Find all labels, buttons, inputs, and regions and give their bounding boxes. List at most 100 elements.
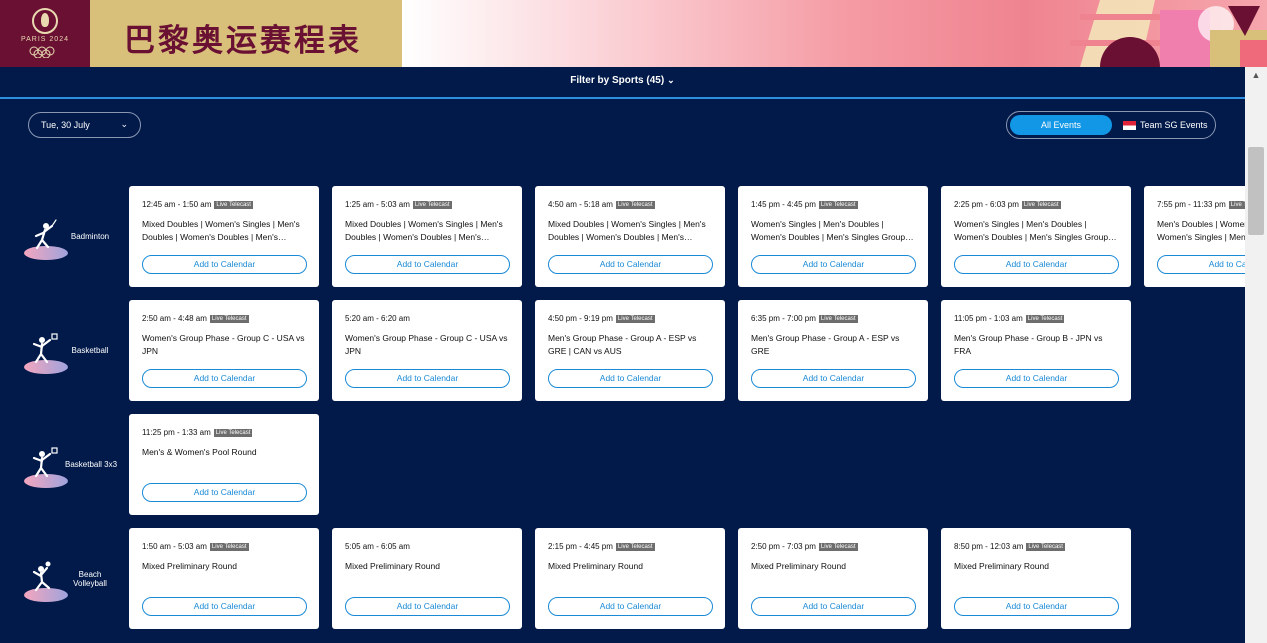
event-time: 5:05 am - 6:05 am (345, 542, 410, 551)
event-card: 7:55 pm - 11:33 pmLive Telecast Men's Do… (1144, 186, 1245, 287)
flame-icon (32, 8, 58, 34)
date-dropdown[interactable]: Tue, 30 July ⌄ (28, 112, 141, 138)
basketball-icon (32, 333, 58, 364)
event-time: 4:50 pm - 9:19 pm Live Telecast (548, 314, 655, 323)
team-sg-events-button[interactable]: Team SG Events (1123, 115, 1208, 135)
sport-label-beach-volleyball: Beach Volleyball (0, 554, 120, 614)
add-to-calendar-button[interactable]: Add to Calendar (751, 255, 916, 274)
event-time: 7:55 pm - 11:33 pmLive Telecast (1157, 200, 1245, 209)
event-time: 2:50 pm - 7:03 pm Live Telecast (751, 542, 858, 551)
event-description: Mixed Doubles | Women's Singles | Men's … (548, 219, 706, 242)
add-to-calendar-button[interactable]: Add to Calendar (548, 369, 713, 388)
scroll-thumb[interactable] (1248, 147, 1264, 235)
sport-name: Beach Volleyball (73, 570, 107, 588)
event-time: 1:50 am - 5:03 am Live Telecast (142, 542, 249, 551)
add-to-calendar-button[interactable]: Add to Calendar (142, 597, 307, 616)
event-description: Women's Group Phase - Group C - USA vs J… (142, 333, 305, 356)
paris-2024-logo[interactable]: PARIS 2024 (0, 0, 90, 67)
event-description: Mixed Preliminary Round (548, 561, 643, 571)
live-telecast-badge: Live Telecast (1026, 543, 1065, 551)
time-text: 5:20 am - 6:20 am (345, 314, 410, 323)
add-to-calendar-button[interactable]: Add to Calendar (954, 255, 1119, 274)
event-card: 12:45 am - 1:50 am Live Telecast Mixed Do… (129, 186, 319, 287)
event-card: 1:45 pm - 4:45 pm Live Telecast Women's S… (738, 186, 928, 287)
add-to-calendar-button[interactable]: Add to Calendar (345, 255, 510, 274)
event-time: 2:50 am - 4:48 am Live Telecast (142, 314, 249, 323)
olympic-rings-icon (29, 46, 55, 58)
event-time: 1:45 pm - 4:45 pm Live Telecast (751, 200, 858, 209)
event-card: 4:50 pm - 9:19 pm Live Telecast Men's Gro… (535, 300, 725, 401)
sport-label-badminton: Badminton (0, 212, 120, 272)
title-panel: 巴黎奥运赛程表 (90, 0, 402, 67)
event-time: 12:45 am - 1:50 am Live Telecast (142, 200, 253, 209)
time-text: 4:50 am - 5:18 am (548, 200, 613, 209)
event-time: 11:25 pm - 1:33 am Live Telecast (142, 428, 253, 437)
event-time: 5:20 am - 6:20 am (345, 314, 410, 323)
event-description: Mixed Preliminary Round (751, 561, 846, 571)
filter-label: Filter by Sports (45) (570, 75, 665, 86)
time-text: 1:25 am - 5:03 am (345, 200, 410, 209)
sport-label-basketball: Basketball (0, 326, 120, 386)
add-to-calendar-button[interactable]: Add to Calendar (345, 369, 510, 388)
time-text: 2:50 am - 4:48 am (142, 314, 207, 323)
event-scope-toggle: All Events Team SG Events (1006, 111, 1216, 139)
event-time: 8:50 pm - 12:03 am Live Telecast (954, 542, 1065, 551)
event-card: 2:25 pm - 6:03 pm Live Telecast Women's S… (941, 186, 1131, 287)
live-telecast-badge: Live Telecast (209, 543, 249, 551)
event-description: Men's Doubles | Women's Doubles | Women'… (1157, 219, 1245, 242)
event-description: Women's Singles | Men's Doubles | Women'… (954, 219, 1117, 242)
add-to-calendar-button[interactable]: Add to Calendar (548, 255, 713, 274)
singapore-flag-icon (1123, 121, 1136, 131)
time-text: 12:45 am - 1:50 am (142, 200, 212, 209)
time-text: 2:50 pm - 7:03 pm (751, 542, 816, 551)
time-text: 8:50 pm - 12:03 am (954, 542, 1024, 551)
live-telecast-badge: Live Telecast (209, 315, 249, 323)
basketball-3x3-icon (32, 447, 58, 478)
add-to-calendar-button[interactable]: Add to Calendar (345, 597, 510, 616)
event-card: 2:50 pm - 7:03 pm Live Telecast Mixed Pre… (738, 528, 928, 629)
add-to-calendar-button[interactable]: Add to Calendar (751, 369, 916, 388)
time-text: 2:25 pm - 6:03 pm (954, 200, 1019, 209)
event-description: Mixed Preliminary Round (142, 561, 237, 571)
team-sg-label: Team SG Events (1140, 120, 1208, 130)
live-telecast-badge: Live Telecast (213, 429, 253, 437)
time-text: 2:15 pm - 4:45 pm (548, 542, 613, 551)
event-card: 1:50 am - 5:03 am Live Telecast Mixed Pre… (129, 528, 319, 629)
add-to-calendar-button[interactable]: Add to Calendar (142, 483, 307, 502)
event-description: Men's Group Phase - Group A - ESP vs GRE… (548, 333, 697, 356)
sport-name: Basketball 3x3 (64, 460, 118, 469)
event-card: 5:05 am - 6:05 am Mixed Preliminary Roun… (332, 528, 522, 629)
live-telecast-badge: Live Telecast (412, 201, 452, 209)
live-telecast-badge: Live Telecast (615, 315, 655, 323)
add-to-calendar-button[interactable]: Add to Calendar (548, 597, 713, 616)
live-telecast-badge: Live Telecast (1021, 201, 1061, 209)
event-card: 1:25 am - 5:03 am Live Telecast Mixed Dou… (332, 186, 522, 287)
live-telecast-badge: Live Telecast (1025, 315, 1065, 323)
add-to-calendar-button[interactable]: Add to Calendar (142, 255, 307, 274)
add-to-calendar-button[interactable]: Add to Calendar (142, 369, 307, 388)
filter-by-sports-button[interactable]: Filter by Sports (45) ⌄ (0, 75, 1245, 86)
date-dropdown-value: Tue, 30 July (41, 120, 90, 130)
add-to-calendar-button[interactable]: Add to Calendar (954, 597, 1119, 616)
time-text: 1:50 am - 5:03 am (142, 542, 207, 551)
live-telecast-badge: Live Telecast (615, 201, 655, 209)
header-banner: PARIS 2024 巴黎奥运赛程表 (0, 0, 1267, 67)
add-to-calendar-button[interactable]: Add to Calendar (954, 369, 1119, 388)
event-time: 2:25 pm - 6:03 pm Live Telecast (954, 200, 1061, 209)
chevron-down-icon: ⌄ (120, 119, 128, 129)
time-text: 1:45 pm - 4:45 pm (751, 200, 816, 209)
event-time: 1:25 am - 5:03 am Live Telecast (345, 200, 452, 209)
chevron-down-icon: ⌄ (667, 75, 675, 85)
event-time: 11:05 pm - 1:03 am Live Telecast (954, 314, 1065, 323)
sport-name: Basketball (71, 346, 109, 355)
decorative-shapes-icon (1070, 0, 1267, 67)
add-to-calendar-button[interactable]: Add to Calendar (751, 597, 916, 616)
live-telecast-badge: Live Telecast (818, 315, 858, 323)
time-text: 7:55 pm - 11:33 pm (1157, 200, 1226, 209)
all-events-button[interactable]: All Events (1010, 115, 1112, 135)
event-description: Mixed Doubles | Women's Singles | Men's … (142, 219, 300, 242)
scroll-up-arrow-icon[interactable]: ▲ (1245, 67, 1267, 83)
event-card: 11:25 pm - 1:33 am Live Telecast Men's & … (129, 414, 319, 515)
vertical-scrollbar[interactable]: ▲ (1245, 67, 1267, 643)
add-to-calendar-button[interactable]: Add to Calendar (1157, 255, 1245, 274)
